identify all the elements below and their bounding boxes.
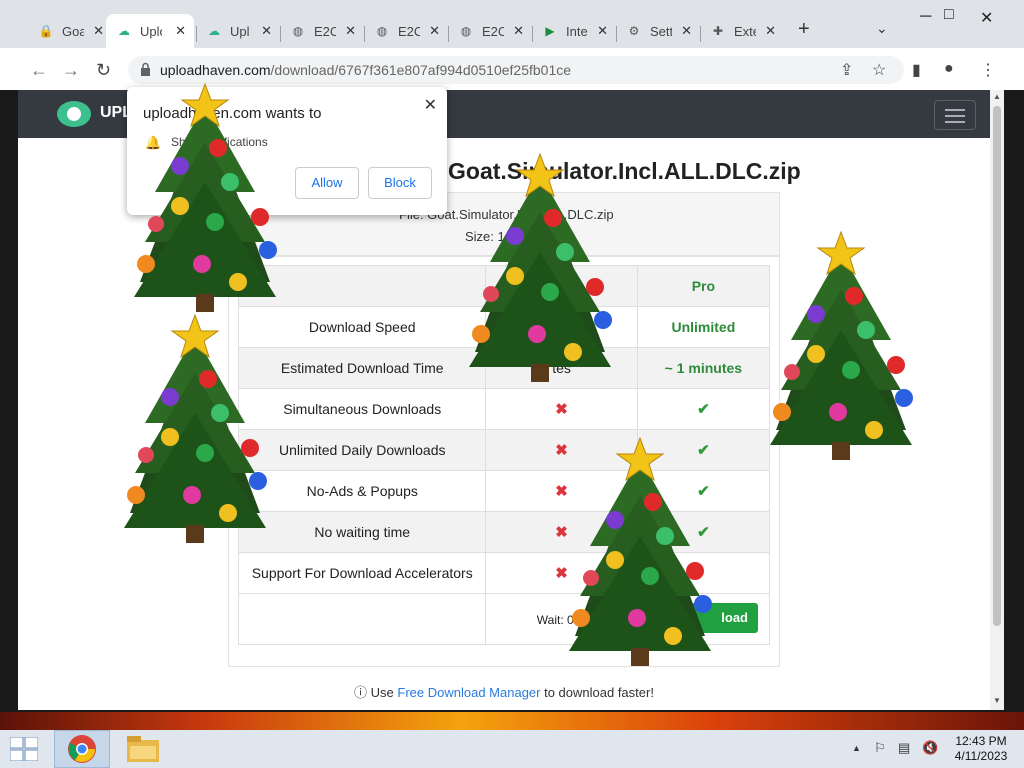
scrollbar-thumb[interactable]: [993, 106, 1001, 626]
system-clock[interactable]: 12:43 PM 4/11/2023: [946, 734, 1016, 764]
volume-muted-icon[interactable]: 🔇: [922, 740, 938, 756]
browser-tab[interactable]: 🔒 Goa ✕: [28, 14, 112, 48]
header-pro-cell: Pro: [636, 265, 771, 307]
tab-close-icon[interactable]: ✕: [597, 23, 608, 39]
url-host: uploadhaven.com: [160, 62, 271, 78]
lock-icon[interactable]: [140, 62, 151, 76]
clock-time: 12:43 PM: [955, 734, 1007, 748]
info-icon: ⓘ: [354, 685, 368, 700]
christmas-tree-ad-overlay[interactable]: [756, 230, 926, 470]
play-icon: ▶: [545, 24, 555, 38]
scroll-up-arrow-icon[interactable]: ▲: [993, 92, 1001, 101]
new-tab-button[interactable]: +: [798, 18, 810, 41]
taskbar-chrome-button[interactable]: [54, 730, 110, 768]
close-window-button[interactable]: ✕: [980, 8, 993, 28]
browser-tab[interactable]: ◍ E2C ✕: [364, 14, 448, 48]
tab-search-button[interactable]: ⌄: [876, 20, 888, 37]
url-text[interactable]: uploadhaven.com/download/6767f361e807af9…: [160, 62, 571, 78]
table-row: Simultaneous Downloads ✖ ✔: [237, 388, 771, 430]
allow-button[interactable]: Allow: [295, 167, 359, 199]
action-empty-cell: [237, 593, 487, 645]
tab-title: Exte: [734, 23, 756, 39]
back-button[interactable]: ←: [30, 60, 48, 81]
globe-icon: ◍: [292, 24, 304, 38]
tab-title: E2C: [398, 23, 420, 39]
tab-close-icon[interactable]: ✕: [93, 23, 104, 39]
tray-overflow-icon[interactable]: ▲: [852, 743, 861, 753]
feature-name-cell: Support For Download Accelerators: [237, 552, 487, 594]
share-icon[interactable]: ⇪: [840, 60, 853, 80]
christmas-tree-ad-overlay[interactable]: [110, 313, 280, 553]
tab-title: Uplo: [140, 23, 162, 39]
browser-tab[interactable]: ✚ Exte ✕: [700, 14, 784, 48]
block-button[interactable]: Block: [368, 167, 432, 199]
url-path: /download/6767f361e807af994d0510ef25fb01…: [270, 62, 572, 78]
tab-title: Sett: [650, 23, 672, 39]
tip-suffix: to download faster!: [540, 685, 654, 700]
tab-title: E2C: [482, 23, 504, 39]
tab-close-icon[interactable]: ✕: [681, 23, 692, 39]
christmas-tree-ad-overlay[interactable]: [555, 436, 725, 676]
popup-close-icon[interactable]: ✕: [424, 95, 437, 115]
tab-close-icon[interactable]: ✕: [429, 23, 440, 39]
scroll-down-arrow-icon[interactable]: ▼: [993, 696, 1001, 705]
browser-tab[interactable]: ◍ E2C ✕: [448, 14, 532, 48]
tab-title: E2C: [314, 23, 336, 39]
menu-kebab-icon[interactable]: ⋮: [980, 60, 996, 80]
side-panel-icon[interactable]: ▮: [912, 60, 921, 80]
tab-title: Upl: [230, 23, 250, 39]
file-explorer-icon[interactable]: [127, 736, 159, 762]
tab-close-icon[interactable]: ✕: [175, 23, 186, 39]
tab-title: Goa: [62, 23, 84, 39]
tab-close-icon[interactable]: ✕: [513, 23, 524, 39]
page-scrollbar[interactable]: ▲ ▼: [990, 90, 1004, 710]
browser-tab[interactable]: ⚙ Sett ✕: [616, 14, 700, 48]
puzzle-icon: ✚: [712, 24, 724, 38]
minimize-button[interactable]: ─: [920, 8, 931, 26]
globe-icon: ◍: [376, 24, 388, 38]
tip-prefix: Use: [370, 685, 398, 700]
windows-start-icon[interactable]: [10, 737, 38, 761]
tab-title: Inte: [566, 23, 588, 39]
maximize-button[interactable]: □: [944, 6, 954, 24]
globe-icon: ◍: [460, 24, 472, 38]
browser-tab[interactable]: ▶ Inte ✕: [532, 14, 616, 48]
gear-icon: ⚙: [628, 24, 640, 38]
cloud-icon: ☁: [208, 24, 220, 38]
download-tip: ⓘ Use Free Download Manager to download …: [18, 682, 990, 701]
uploadhaven-logo-icon[interactable]: [56, 98, 92, 130]
lock-icon: 🔒: [38, 24, 54, 38]
cloud-icon: ☁: [118, 24, 130, 38]
browser-window-frame: 🔒 Goa ✕ ☁ Uplo ✕ ☁ Upl ✕ ◍ E2C ✕ ◍ E2C ✕ ◍ E2C ✕ ▶ Inte ✕ ⚙ Se…: [0, 0, 1024, 90]
hamburger-menu-button[interactable]: [934, 100, 976, 130]
pro-value-cell: Unlimited: [636, 306, 771, 348]
forward-button[interactable]: →: [62, 60, 80, 81]
clock-date: 4/11/2023: [954, 749, 1008, 763]
free-download-manager-link[interactable]: Free Download Manager: [397, 685, 540, 700]
browser-tab[interactable]: ☁ Uplo ✕: [106, 14, 194, 48]
bookmark-star-icon[interactable]: ☆: [872, 60, 886, 80]
pro-value-cell: ~ 1 minutes: [636, 347, 771, 389]
tab-close-icon[interactable]: ✕: [261, 23, 272, 39]
network-icon[interactable]: ▤: [898, 740, 910, 756]
address-bar[interactable]: uploadhaven.com/download/6767f361e807af9…: [128, 56, 904, 84]
christmas-tree-ad-overlay[interactable]: [120, 82, 290, 322]
tab-close-icon[interactable]: ✕: [345, 23, 356, 39]
windows-taskbar: ▲ ⚐ ▤ 🔇 12:43 PM 4/11/2023: [0, 730, 1024, 768]
profile-avatar-icon[interactable]: ●: [944, 60, 954, 78]
browser-tab[interactable]: ☁ Upl ✕: [196, 14, 280, 48]
action-center-flag-icon[interactable]: ⚐: [874, 740, 886, 756]
chrome-icon: [68, 735, 96, 763]
tab-close-icon[interactable]: ✕: [765, 23, 776, 39]
free-unavailable-icon: ✖: [485, 388, 638, 430]
browser-tab[interactable]: ◍ E2C ✕: [280, 14, 364, 48]
christmas-tree-ad-overlay[interactable]: [455, 152, 625, 392]
reload-button[interactable]: ↻: [96, 60, 111, 81]
pro-available-icon: ✔: [636, 388, 771, 430]
tab-strip: 🔒 Goa ✕ ☁ Uplo ✕ ☁ Upl ✕ ◍ E2C ✕ ◍ E2C ✕ ◍ E2C ✕ ▶ Inte ✕ ⚙ Se…: [0, 8, 1024, 48]
